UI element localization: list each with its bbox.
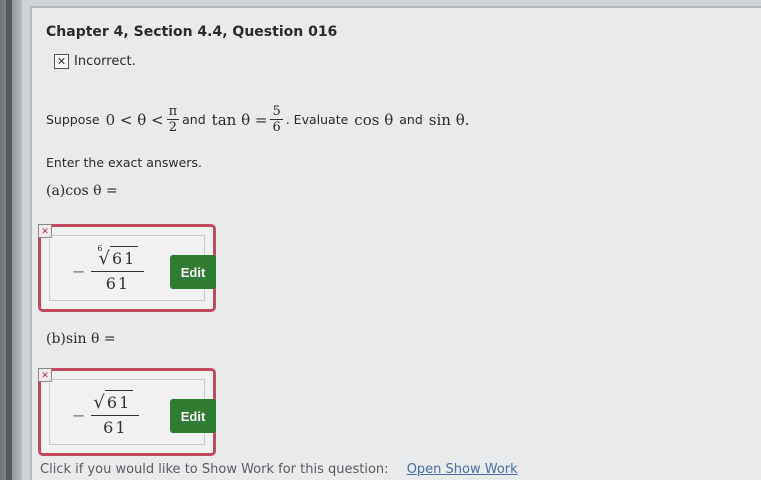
and-text: and xyxy=(182,112,206,127)
question-prefix: Suppose xyxy=(46,112,100,127)
answer-field-b[interactable]: − √ 61 61 Edit xyxy=(49,379,216,445)
radicand-b: 61 xyxy=(104,390,134,415)
root-index-a: 6 xyxy=(97,244,103,253)
answer-field-a[interactable]: − 6 √ 61 61 Edit xyxy=(49,235,216,301)
show-work-footer: Click if you would like to Show Work for… xyxy=(40,462,518,477)
answer-denominator-b: 61 xyxy=(91,415,140,440)
part-b-label: (b)sin θ = xyxy=(46,331,116,347)
cos-text: cos θ xyxy=(354,110,394,129)
answer-denominator-a: 61 xyxy=(91,271,145,296)
answer-sign-b: − xyxy=(72,405,86,425)
answer-sign-a: − xyxy=(72,261,86,281)
inequality: 0 < θ < xyxy=(105,110,164,129)
answer-numerator-b: √ 61 xyxy=(91,390,139,415)
answer-expression-b: − √ 61 61 xyxy=(72,390,140,440)
status-text: Incorrect. xyxy=(74,54,136,69)
answer-box-a: ✕ − 6 √ 61 61 Edit xyxy=(38,224,216,312)
answer-fraction-b: √ 61 61 xyxy=(91,390,140,440)
tan-expression: tan θ = xyxy=(211,110,268,129)
frame-strip xyxy=(6,0,12,480)
and-text-2: and xyxy=(399,112,423,127)
pi-denominator: 2 xyxy=(166,119,179,135)
answer-fraction-a: 6 √ 61 61 xyxy=(91,244,145,296)
question-text: Suppose 0 < θ < π 2 and tan θ = 5 6 . Ev… xyxy=(46,104,470,135)
edit-button-a[interactable]: Edit xyxy=(170,255,216,289)
tan-denominator: 6 xyxy=(270,119,283,135)
pi-numerator: π xyxy=(168,104,178,119)
page-title: Chapter 4, Section 4.4, Question 016 xyxy=(46,24,338,40)
answer-numerator-a: 6 √ 61 xyxy=(91,244,144,271)
pi-over-two: π 2 xyxy=(166,104,180,135)
radical-icon: √ xyxy=(93,392,105,413)
part-a-label: (a)cos θ = xyxy=(46,183,118,199)
instruction-text: Enter the exact answers. xyxy=(46,155,202,170)
tan-numerator: 5 xyxy=(272,104,281,119)
open-show-work-link[interactable]: Open Show Work xyxy=(407,462,518,477)
answer-expression-a: − 6 √ 61 61 xyxy=(72,244,145,296)
radicand-a: 61 xyxy=(109,246,139,271)
window-left-frame xyxy=(0,0,22,480)
edit-button-b[interactable]: Edit xyxy=(170,399,216,433)
answer-box-b: ✕ − √ 61 61 Edit xyxy=(38,368,216,456)
sin-text: sin θ. xyxy=(428,110,470,129)
x-box-icon: ✕ xyxy=(54,54,69,69)
status-row: ✕ Incorrect. xyxy=(54,54,136,69)
evaluate-text: . Evaluate xyxy=(285,112,349,127)
show-work-prompt: Click if you would like to Show Work for… xyxy=(40,462,389,477)
tan-fraction: 5 6 xyxy=(270,104,283,135)
